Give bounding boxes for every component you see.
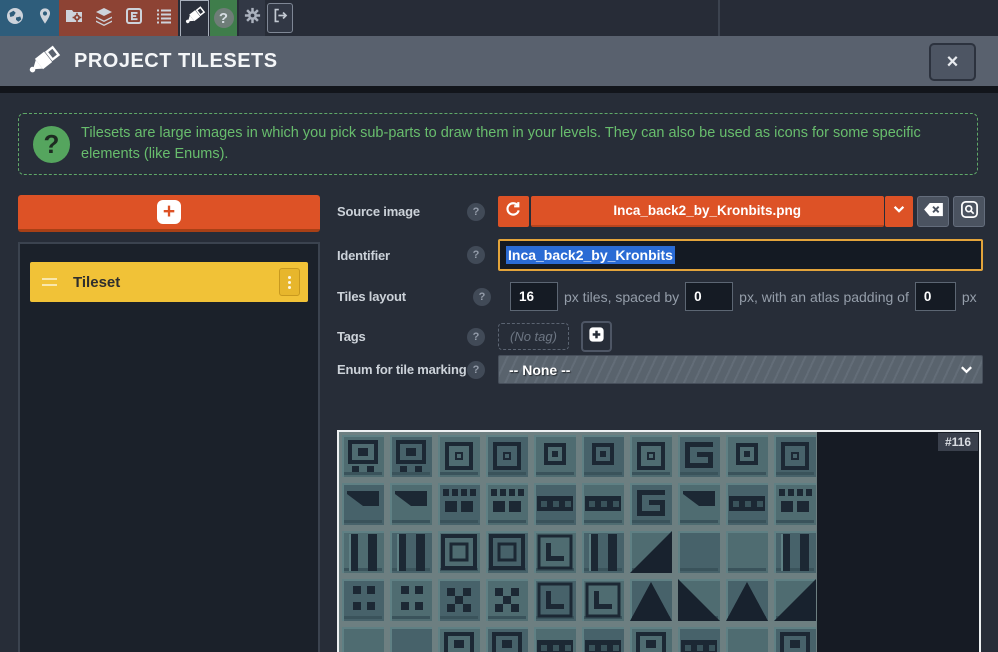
header-shadow [0, 86, 998, 93]
close-button[interactable]: × [929, 43, 976, 81]
source-image-file-button[interactable]: Inca_back2_by_Kronbits.png [531, 196, 884, 227]
tileset-preview-image [339, 432, 817, 652]
layers-icon [94, 6, 114, 31]
identifier-selected-text: Inca_back2_by_Kronbits [506, 246, 675, 264]
paintbrush-icon [183, 4, 207, 33]
level-list-button[interactable] [149, 0, 178, 36]
chevron-down-icon [959, 362, 974, 382]
enum-marking-row: Enum for tile marking ? -- None -- [337, 355, 985, 384]
source-image-row: Source image ? Inca_back2_by_Kronbits.pn… [337, 196, 985, 227]
plus-icon: + [157, 200, 181, 224]
tiles-layout-text-2: px, with an atlas padding of [739, 289, 909, 305]
tags-help-icon[interactable]: ? [467, 328, 485, 346]
add-tag-button[interactable] [581, 321, 612, 352]
enum-e-icon [124, 6, 144, 31]
source-image-dropdown-button[interactable] [885, 196, 914, 227]
tileset-item-label: Tileset [73, 274, 120, 291]
tileset-list-item[interactable]: Tileset [30, 262, 308, 302]
enum-marking-help-icon[interactable]: ? [467, 361, 485, 379]
tilesets-tab-button[interactable] [180, 0, 209, 36]
help-box-question-icon: ? [33, 126, 70, 163]
settings-button[interactable] [239, 0, 265, 36]
project-tilesets-panel: ? PROJECT TILESETS × ? Tilesets are larg… [0, 0, 998, 652]
question-icon: ? [214, 8, 234, 28]
layers-button[interactable] [89, 0, 119, 36]
map-pin-icon [36, 7, 54, 30]
world-button[interactable] [0, 0, 30, 36]
list-icon [154, 6, 174, 31]
item-menu-button[interactable] [279, 268, 300, 296]
identifier-help-icon[interactable]: ? [467, 246, 485, 264]
backspace-clear-icon [923, 202, 944, 222]
identifier-input[interactable]: Inca_back2_by_Kronbits [498, 239, 983, 271]
tiles-layout-help-icon[interactable]: ? [473, 288, 491, 306]
tile-size-input[interactable] [510, 282, 558, 311]
tiles-layout-text-1: px tiles, spaced by [564, 289, 679, 305]
plus-square-icon [587, 325, 606, 349]
source-image-help-icon[interactable]: ? [467, 203, 485, 221]
clear-image-button[interactable] [917, 196, 949, 227]
panel-header: PROJECT TILESETS × [0, 36, 998, 86]
enums-button[interactable] [119, 0, 149, 36]
add-tileset-button[interactable]: + [18, 195, 320, 232]
view-image-button[interactable] [953, 196, 985, 227]
help-box: ? Tilesets are large images in which you… [18, 113, 978, 175]
project-files-button[interactable] [59, 0, 89, 36]
tileset-list: Tileset [18, 242, 320, 652]
folder-gear-icon [64, 6, 84, 31]
exit-door-icon [272, 7, 289, 29]
tags-label: Tags [337, 329, 467, 344]
atlas-padding-input[interactable] [915, 282, 956, 311]
source-image-label: Source image [337, 204, 467, 219]
paintbrush-header-icon [24, 41, 64, 81]
reload-image-button[interactable] [498, 196, 529, 227]
locations-button[interactable] [30, 0, 59, 36]
no-tag-placeholder: (No tag) [498, 323, 569, 350]
identifier-label: Identifier [337, 248, 467, 263]
page-title: PROJECT TILESETS [74, 50, 278, 73]
help-button[interactable]: ? [210, 0, 237, 36]
chevron-down-icon [892, 202, 906, 221]
drag-handle-icon[interactable] [42, 278, 57, 286]
enum-marking-select[interactable]: -- None -- [498, 355, 983, 384]
tile-spacing-input[interactable] [685, 282, 733, 311]
tile-count-badge: #116 [938, 433, 978, 451]
help-box-text: Tilesets are large images in which you p… [81, 123, 959, 165]
identifier-row: Identifier ? Inca_back2_by_Kronbits [337, 239, 985, 271]
tiles-layout-row: Tiles layout ? px tiles, spaced by px, w… [337, 282, 985, 311]
tags-row: Tags ? (No tag) [337, 321, 985, 352]
world-icon [5, 6, 25, 31]
gear-icon [243, 6, 262, 30]
exit-button[interactable] [267, 3, 293, 33]
tiles-layout-text-3: px [962, 289, 977, 305]
enum-marking-label: Enum for tile marking [337, 362, 467, 377]
tileset-preview: #116 [337, 430, 981, 652]
enum-marking-value: -- None -- [509, 362, 570, 378]
refresh-icon [504, 200, 522, 223]
main-toolbar: ? [0, 0, 998, 36]
magnifier-icon [960, 200, 979, 224]
toolbar-divider [718, 0, 720, 36]
tiles-layout-label: Tiles layout [337, 289, 467, 304]
